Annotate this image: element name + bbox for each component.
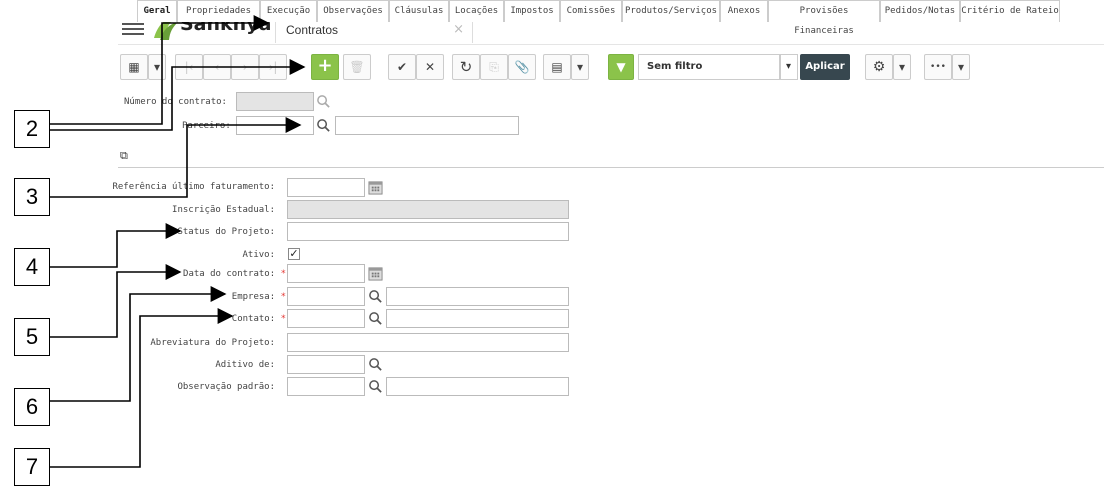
grid-dropdown-chevron-icon[interactable]: ▾ [148, 54, 166, 80]
active-label: Ativo: [242, 250, 275, 260]
calendar-icon[interactable] [368, 180, 383, 195]
cancel-x-icon[interactable]: ✕ [416, 54, 444, 80]
tab-clausulas[interactable]: Cláusulas [389, 0, 449, 22]
divider [118, 44, 1104, 45]
project-abbr-label: Abreviatura do Projeto: [150, 338, 275, 348]
tab-comissoes[interactable]: Comissões [560, 0, 622, 22]
search-default-note-icon[interactable] [368, 379, 383, 394]
settings-gear-icon[interactable]: ⚙ [865, 54, 893, 80]
apply-button[interactable]: Aplicar [800, 54, 850, 80]
tabs-divider [118, 167, 1104, 168]
tab-criterio-rateio[interactable]: Critério de Rateio [960, 0, 1060, 22]
default-note-label: Observação padrão: [177, 382, 275, 392]
tab-execucao[interactable]: Execução [260, 0, 317, 22]
contact-name-input[interactable] [386, 309, 569, 328]
ref-billing-input[interactable] [287, 178, 365, 197]
default-note-code-input[interactable] [287, 377, 365, 396]
state-reg-input [287, 200, 569, 219]
project-status-input[interactable] [287, 222, 569, 241]
tab-propriedades[interactable]: Propriedades [177, 0, 260, 22]
ref-billing-label: Referência último faturamento: [112, 182, 275, 192]
callout-3: 3 [14, 178, 50, 216]
contract-number-label: Número do contrato: [124, 97, 227, 107]
more-dropdown-chevron-icon[interactable]: ▾ [952, 54, 970, 80]
more-options-button[interactable]: ••• [924, 54, 952, 80]
collapse-panel-icon[interactable]: ⧉ [120, 149, 128, 163]
tab-locacoes[interactable]: Locações [449, 0, 504, 22]
contract-date-input[interactable] [287, 264, 365, 283]
first-record-icon[interactable]: |‹ [175, 54, 203, 80]
callout-5: 5 [14, 318, 50, 356]
search-contact-icon[interactable] [368, 311, 383, 326]
addendum-input[interactable] [287, 355, 365, 374]
tab-produtos-servicos[interactable]: Produtos/Serviços [622, 0, 720, 22]
partner-code-input[interactable] [236, 116, 314, 135]
callout-6: 6 [14, 388, 50, 426]
delete-record-icon[interactable]: 🗑 [343, 54, 371, 80]
attach-clip-icon[interactable]: 📎 [508, 54, 536, 80]
filter-funnel-icon[interactable]: ▼ [608, 54, 634, 80]
refresh-icon[interactable]: ↻ [452, 54, 480, 80]
copy-icon[interactable]: ⎘ [480, 54, 508, 80]
tab-geral[interactable]: Geral [137, 0, 177, 22]
export-doc-icon[interactable]: ▤ [543, 54, 571, 80]
tab-impostos[interactable]: Impostos [504, 0, 560, 22]
state-reg-label: Inscrição Estadual: [172, 205, 275, 215]
settings-dropdown-chevron-icon[interactable]: ▾ [893, 54, 911, 80]
partner-name-input[interactable] [335, 116, 519, 135]
active-checkbox[interactable]: ✓ [288, 248, 300, 260]
contract-number-input[interactable] [236, 92, 314, 111]
save-check-icon[interactable]: ✔ [388, 54, 416, 80]
callout-4: 4 [14, 248, 50, 286]
search-addendum-icon[interactable] [368, 357, 383, 372]
tab-title: Contratos [286, 23, 339, 37]
calendar-icon[interactable] [368, 266, 383, 281]
search-contract-icon[interactable] [316, 94, 331, 109]
company-code-input[interactable] [287, 287, 365, 306]
addendum-label: Aditivo de: [215, 360, 275, 370]
tab-observacoes[interactable]: Observações [317, 0, 389, 22]
contact-label: Contato: * [231, 314, 286, 324]
filter-select[interactable]: Sem filtro [638, 54, 780, 80]
tab-pedidos-notas[interactable]: Pedidos/Notas [880, 0, 960, 22]
tab-anexos[interactable]: Anexos [720, 0, 768, 22]
tab-close-icon[interactable]: × [453, 22, 464, 37]
partner-label: Parceiro: * [182, 121, 242, 131]
project-status-label: Status do Projeto: [177, 227, 275, 237]
company-name-input[interactable] [386, 287, 569, 306]
search-partner-icon[interactable] [316, 118, 331, 133]
search-company-icon[interactable] [368, 289, 383, 304]
tab-provisoes-financeiras[interactable]: Provisões Financeiras [768, 0, 880, 36]
project-abbr-input[interactable] [287, 333, 569, 352]
export-dropdown-chevron-icon[interactable]: ▾ [571, 54, 589, 80]
company-label: Empresa: * [231, 292, 286, 302]
callout-7: 7 [14, 448, 50, 486]
last-record-icon[interactable]: ›| [259, 54, 287, 80]
default-note-text-input[interactable] [386, 377, 569, 396]
add-record-button[interactable]: + [311, 54, 339, 80]
filter-dropdown-chevron-icon[interactable]: ▾ [780, 54, 798, 80]
callout-2: 2 [14, 110, 50, 148]
contract-date-label: Data do contrato: * [183, 269, 286, 279]
grid-view-button[interactable]: ▦ [120, 54, 148, 80]
prev-record-icon[interactable]: ‹ [203, 54, 231, 80]
menu-icon[interactable] [122, 20, 144, 38]
contact-code-input[interactable] [287, 309, 365, 328]
next-record-icon[interactable]: › [231, 54, 259, 80]
